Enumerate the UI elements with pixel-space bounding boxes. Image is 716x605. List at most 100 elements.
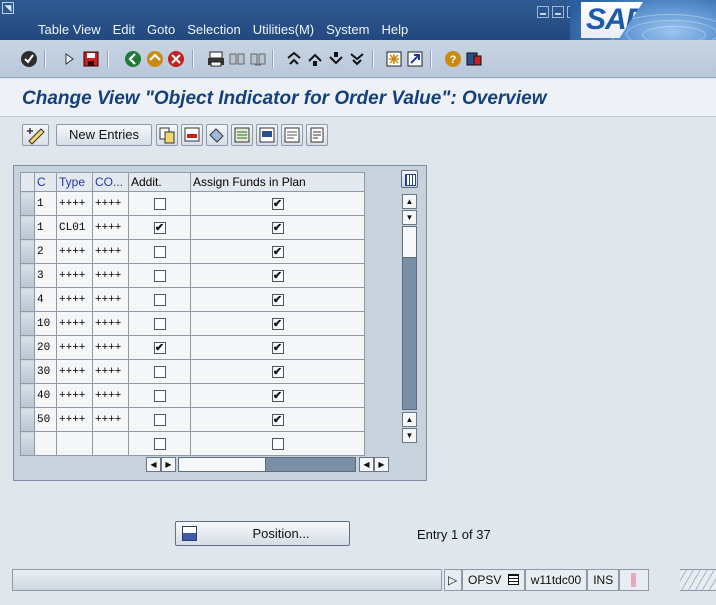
addit-checkbox[interactable] <box>153 317 166 330</box>
cancel-icon[interactable] <box>167 50 185 68</box>
command-field-arrow-icon[interactable] <box>63 50 75 68</box>
maximize-button[interactable] <box>552 6 564 18</box>
column-header-addit[interactable]: Addit. <box>128 172 191 192</box>
assign-funds-checkbox[interactable]: ✔ <box>271 221 284 234</box>
horizontal-scroll-thumb[interactable] <box>178 457 266 472</box>
addit-checkbox[interactable]: ✔ <box>153 221 166 234</box>
display-change-button[interactable] <box>22 124 49 146</box>
cell-co[interactable]: ++++ <box>92 191 129 216</box>
cell-co[interactable]: ++++ <box>92 359 129 384</box>
status-server[interactable]: w11tdc00 <box>524 569 588 591</box>
select-block-button[interactable] <box>256 124 278 146</box>
cell-type[interactable]: ++++ <box>56 335 93 360</box>
row-selector[interactable] <box>20 263 35 288</box>
row-selector[interactable] <box>20 359 35 384</box>
cell-co[interactable]: ++++ <box>92 407 129 432</box>
addit-checkbox[interactable]: ✔ <box>153 341 166 354</box>
menu-goto[interactable]: Goto <box>147 22 175 37</box>
cell-c[interactable]: 10 <box>34 311 57 336</box>
row-selector[interactable] <box>20 335 35 360</box>
column-header-assign-funds[interactable]: Assign Funds in Plan <box>190 172 365 192</box>
table-row[interactable]: 40 ++++ ++++ ✔ <box>20 383 365 408</box>
cell-type[interactable]: ++++ <box>56 383 93 408</box>
cell-type[interactable]: ++++ <box>56 191 93 216</box>
table-row[interactable]: 1 ++++ ++++ ✔ <box>20 191 365 216</box>
assign-funds-checkbox[interactable]: ✔ <box>271 413 284 426</box>
cell-type[interactable] <box>56 431 93 456</box>
scroll-page-left-button[interactable]: ◀ <box>359 457 374 472</box>
row-selector[interactable] <box>20 383 35 408</box>
copy-as-button[interactable] <box>156 124 178 146</box>
first-page-icon[interactable] <box>285 50 303 68</box>
assign-funds-checkbox[interactable]: ✔ <box>271 245 284 258</box>
cell-c[interactable]: 3 <box>34 263 57 288</box>
row-selector[interactable] <box>20 239 35 264</box>
minimize-button[interactable] <box>537 6 549 18</box>
select-all-button[interactable] <box>231 124 253 146</box>
assign-funds-checkbox[interactable] <box>271 437 284 450</box>
cell-type[interactable]: ++++ <box>56 311 93 336</box>
addit-checkbox[interactable] <box>153 293 166 306</box>
table-row[interactable]: 30 ++++ ++++ ✔ <box>20 359 365 384</box>
addit-checkbox[interactable] <box>153 413 166 426</box>
row-selector[interactable] <box>20 287 35 312</box>
scroll-left-button[interactable]: ◀ <box>146 457 161 472</box>
help-icon[interactable]: ? <box>444 50 462 68</box>
menu-utilities[interactable]: Utilities(M) <box>253 22 314 37</box>
cell-type[interactable]: ++++ <box>56 263 93 288</box>
scroll-down-page-button[interactable]: ▼ <box>402 210 417 225</box>
assign-funds-checkbox[interactable]: ✔ <box>271 269 284 282</box>
system-menu-icon[interactable]: ◥ <box>2 2 14 14</box>
find-icon[interactable] <box>228 50 246 68</box>
save-icon[interactable] <box>82 50 100 68</box>
cell-type[interactable]: ++++ <box>56 359 93 384</box>
column-header-c[interactable]: C <box>34 172 57 192</box>
delete-button[interactable] <box>181 124 203 146</box>
cell-type[interactable]: ++++ <box>56 407 93 432</box>
cell-co[interactable]: ++++ <box>92 215 129 240</box>
cell-co[interactable]: ++++ <box>92 287 129 312</box>
vertical-scroll-thumb[interactable] <box>402 226 417 258</box>
cell-c[interactable]: 1 <box>34 191 57 216</box>
shortcut-icon[interactable] <box>406 50 424 68</box>
cell-c[interactable]: 2 <box>34 239 57 264</box>
table-row[interactable]: 2 ++++ ++++ ✔ <box>20 239 365 264</box>
find-next-icon[interactable] <box>249 50 267 68</box>
cell-type[interactable]: ++++ <box>56 287 93 312</box>
table-row[interactable]: 4 ++++ ++++ ✔ <box>20 287 365 312</box>
scroll-page-right-button[interactable]: ▶ <box>374 457 389 472</box>
cell-type[interactable]: CL01 <box>56 215 93 240</box>
next-page-icon[interactable] <box>327 50 345 68</box>
table-row[interactable]: 3 ++++ ++++ ✔ <box>20 263 365 288</box>
table-settings-icon[interactable] <box>401 170 418 188</box>
addit-checkbox[interactable] <box>153 365 166 378</box>
position-button[interactable]: Position... <box>175 521 350 546</box>
previous-page-icon[interactable] <box>306 50 324 68</box>
assign-funds-checkbox[interactable]: ✔ <box>271 197 284 210</box>
cell-co[interactable]: ++++ <box>92 335 129 360</box>
row-selector[interactable] <box>20 215 35 240</box>
new-entries-button[interactable]: New Entries <box>56 124 152 146</box>
menu-system[interactable]: System <box>326 22 369 37</box>
cell-c[interactable]: 20 <box>34 335 57 360</box>
status-insert-mode[interactable]: INS <box>587 569 620 591</box>
assign-funds-checkbox[interactable]: ✔ <box>271 389 284 402</box>
status-toggle-icon[interactable]: ▷ <box>444 569 462 591</box>
back-icon[interactable] <box>124 50 142 68</box>
row-selector[interactable] <box>20 311 35 336</box>
enter-icon[interactable] <box>20 50 38 68</box>
cell-c[interactable]: 1 <box>34 215 57 240</box>
last-page-icon[interactable] <box>348 50 366 68</box>
row-selector[interactable] <box>20 407 35 432</box>
table-row[interactable]: 10 ++++ ++++ ✔ <box>20 311 365 336</box>
menu-edit[interactable]: Edit <box>113 22 135 37</box>
assign-funds-checkbox[interactable]: ✔ <box>271 365 284 378</box>
exit-icon[interactable] <box>146 50 164 68</box>
undo-change-button[interactable] <box>206 124 228 146</box>
menu-help[interactable]: Help <box>381 22 408 37</box>
scroll-down-button[interactable]: ▼ <box>402 428 417 443</box>
menu-selection[interactable]: Selection <box>187 22 240 37</box>
table-row[interactable] <box>20 431 365 456</box>
status-transaction[interactable]: OPSV <box>462 569 525 591</box>
addit-checkbox[interactable] <box>153 245 166 258</box>
